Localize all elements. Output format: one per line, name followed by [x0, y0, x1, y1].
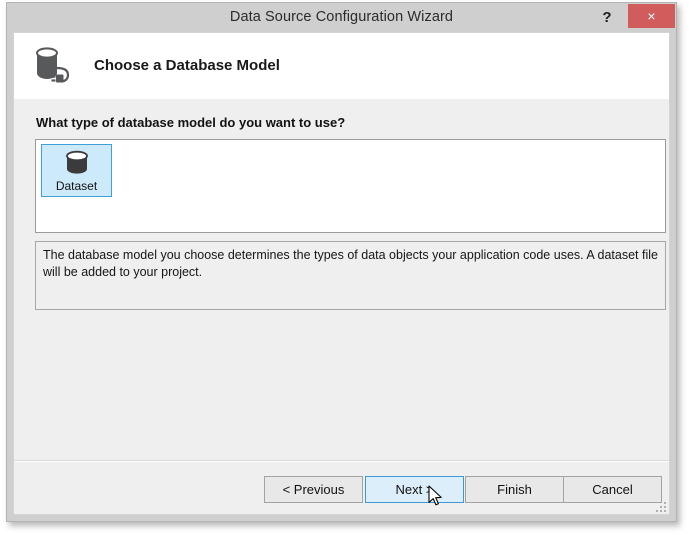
wizard-header: Choose a Database Model [14, 33, 669, 99]
help-button[interactable]: ? [594, 5, 620, 30]
cancel-button[interactable]: Cancel [563, 476, 662, 503]
database-connection-icon [31, 44, 79, 88]
window-title: Data Source Configuration Wizard [229, 9, 454, 25]
question-label: What type of database model do you want … [36, 115, 346, 130]
database-model-listbox[interactable]: Dataset [35, 139, 666, 233]
footer-bar: < Previous Next > Finish Cancel [14, 462, 669, 514]
previous-button[interactable]: < Previous [264, 476, 363, 503]
next-button[interactable]: Next > [365, 476, 464, 503]
list-item-dataset[interactable]: Dataset [41, 144, 112, 197]
resize-grip[interactable] [654, 500, 666, 512]
page-title: Choose a Database Model [94, 57, 280, 74]
wizard-window: Data Source Configuration Wizard ? × Cho… [6, 2, 677, 522]
wizard-body: What type of database model do you want … [14, 99, 669, 514]
list-item-label: Dataset [55, 179, 98, 193]
description-text: The database model you choose determines… [43, 248, 658, 279]
close-button[interactable]: × [628, 4, 675, 28]
title-bar[interactable]: Data Source Configuration Wizard ? × [7, 3, 676, 32]
database-cylinder-icon [62, 149, 92, 177]
description-panel: The database model you choose determines… [35, 241, 666, 310]
finish-button[interactable]: Finish [465, 476, 564, 503]
client-area: Choose a Database Model What type of dat… [13, 32, 670, 515]
